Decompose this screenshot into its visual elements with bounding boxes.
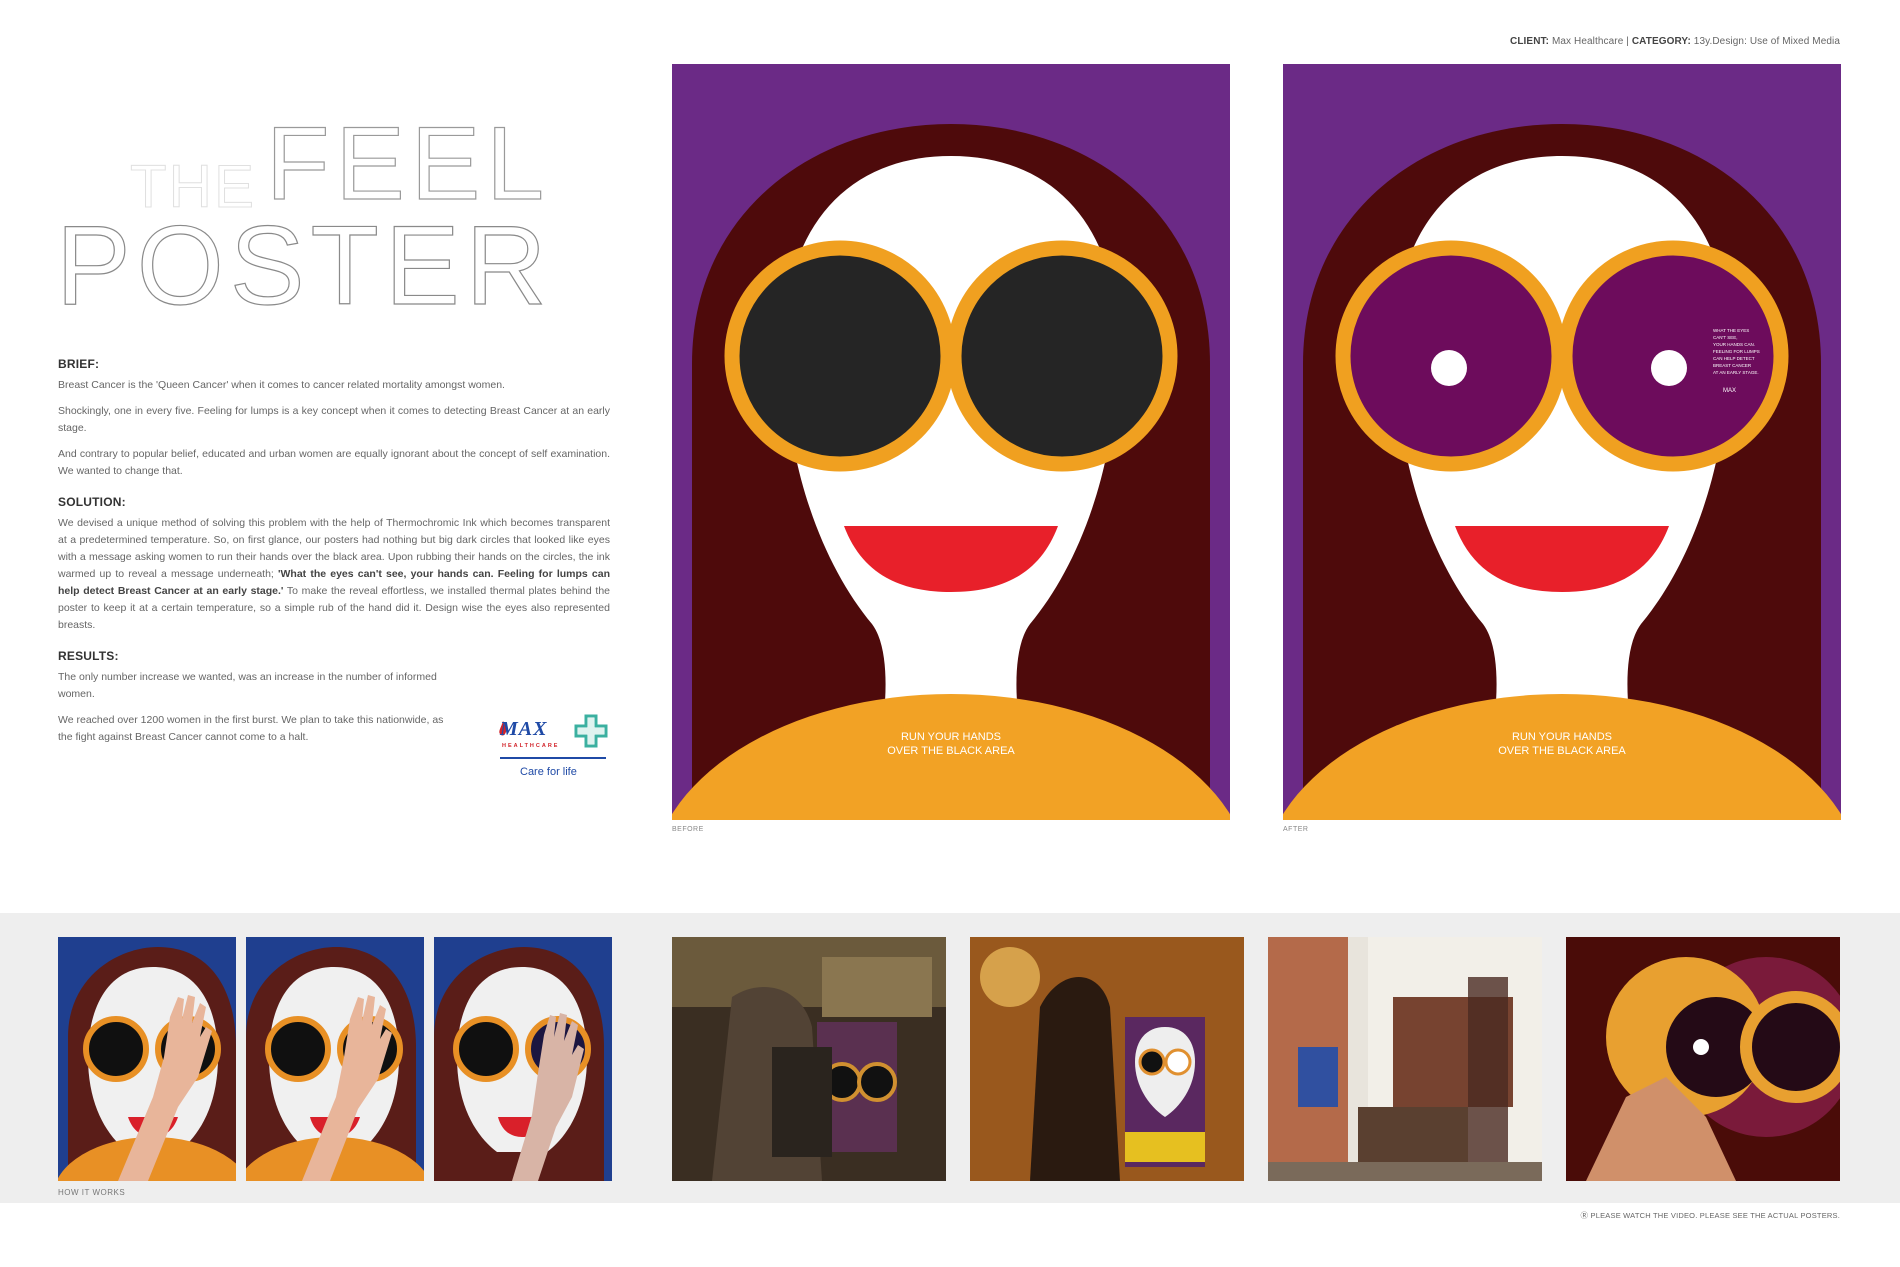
installation-photo-1: [672, 937, 946, 1181]
reveal-line: CAN'T SEE,: [1713, 335, 1738, 340]
logo-tagline: Care for life: [520, 766, 577, 778]
title-feel: FEEL: [265, 106, 551, 222]
reveal-line: AT AN EARLY STAGE.: [1713, 370, 1759, 375]
category-value: 13y.Design: Use of Mixed Media: [1693, 36, 1840, 47]
solution-heading: SOLUTION:: [58, 495, 126, 509]
how-it-works-photo-1: [58, 937, 236, 1181]
solution-section: SOLUTION: We devised a unique method of …: [58, 494, 610, 634]
reveal-line: CAN HELP DETECT: [1713, 356, 1755, 361]
brief-paragraph: And contrary to popular belief, educated…: [58, 448, 610, 477]
reveal-line: BREAST CANCER: [1713, 363, 1752, 368]
poster-cta-line1: RUN YOUR HANDS: [901, 731, 1001, 743]
info-icon: Ⓡ: [1580, 1211, 1589, 1220]
left-lens: [724, 240, 956, 472]
brief-paragraph: Breast Cancer is the 'Queen Cancer' when…: [58, 379, 505, 391]
right-lens: [946, 240, 1178, 472]
brief-heading: BRIEF:: [58, 357, 100, 371]
logo-rule: [500, 757, 606, 759]
how-it-works-photo-2: [246, 937, 424, 1181]
how-it-works-caption: HOW IT WORKS: [58, 1188, 126, 1197]
brief-paragraph: Shockingly, one in every five. Feeling f…: [58, 405, 610, 434]
installation-photo-4: [1566, 937, 1840, 1181]
results-paragraph: We reached over 1200 women in the first …: [58, 714, 444, 743]
poster-before-caption: BEFORE: [672, 826, 704, 833]
footer-note: Ⓡ PLEASE WATCH THE VIDEO. PLEASE SEE THE…: [1581, 1210, 1840, 1221]
logo-wordmark: MAX: [500, 718, 548, 740]
poster-before: RUN YOUR HANDS OVER THE BLACK AREA: [672, 64, 1230, 820]
reveal-line: FEELING FOR LUMPS: [1713, 349, 1760, 354]
medical-cross-icon: [574, 714, 608, 748]
results-heading: RESULTS:: [58, 649, 119, 663]
poster-after-caption: AFTER: [1283, 826, 1309, 833]
page-title: THE FEEL POSTER: [55, 106, 616, 332]
right-pupil: [1651, 350, 1687, 386]
left-pupil: [1431, 350, 1467, 386]
poster-after: WHAT THE EYES CAN'T SEE, YOUR HANDS CAN.…: [1283, 64, 1841, 820]
reveal-line: YOUR HANDS CAN.: [1713, 342, 1755, 347]
how-it-works-photo-3: [434, 937, 612, 1181]
category-label: CATEGORY:: [1631, 36, 1691, 47]
installation-photo-2: [970, 937, 1244, 1181]
poster-cta-line1: RUN YOUR HANDS: [1512, 731, 1612, 743]
reveal-line: WHAT THE EYES: [1713, 328, 1749, 333]
client-value: Max Healthcare: [1551, 36, 1624, 47]
title-poster: POSTER: [55, 203, 553, 328]
case-study-copy: BRIEF: Breast Cancer is the 'Queen Cance…: [58, 356, 610, 760]
client-category-line: CLIENT: Max Healthcare | CATEGORY: 13y.D…: [1510, 36, 1840, 47]
max-healthcare-logo: MAX HEALTHCARE Care for life: [498, 712, 616, 782]
solution-paragraph: We devised a unique method of solving th…: [58, 515, 610, 634]
results-paragraph: The only number increase we wanted, was …: [58, 671, 437, 700]
logo-subtext: HEALTHCARE: [502, 743, 560, 749]
footer-note-text: PLEASE WATCH THE VIDEO. PLEASE SEE THE A…: [1590, 1211, 1840, 1220]
installation-photo-3: [1268, 937, 1542, 1181]
poster-cta-line2: OVER THE BLACK AREA: [887, 745, 1015, 757]
client-label: CLIENT:: [1510, 36, 1550, 47]
brief-section: BRIEF: Breast Cancer is the 'Queen Cance…: [58, 356, 610, 480]
poster-cta-line2: OVER THE BLACK AREA: [1498, 745, 1626, 757]
reveal-logo: MAX: [1723, 388, 1736, 394]
